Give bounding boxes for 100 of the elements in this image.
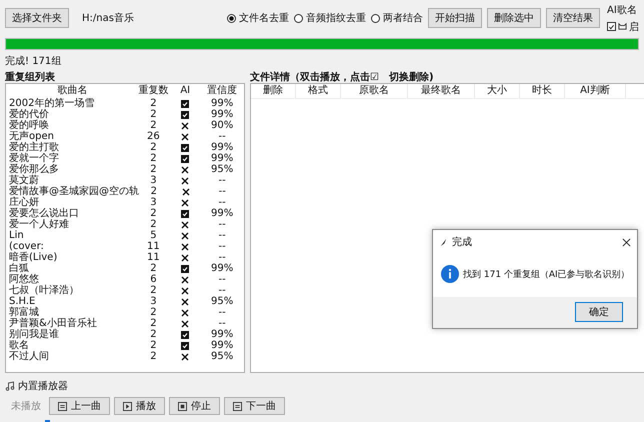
count-cell-text: 2 bbox=[149, 98, 158, 109]
confidence-cell-text: 99% bbox=[210, 263, 234, 274]
column-header[interactable]: 原歌名 bbox=[341, 84, 408, 98]
column-header[interactable]: AI bbox=[170, 84, 200, 98]
count-cell-text: 2 bbox=[149, 219, 158, 230]
column-header[interactable]: 大小 bbox=[475, 84, 520, 98]
count-cell-text: 2 bbox=[149, 208, 158, 219]
radio-label: 音频指纹去重 bbox=[306, 12, 366, 25]
song-name-cell-text: S.H.E bbox=[8, 296, 36, 307]
count-cell-text: 2 bbox=[149, 120, 158, 131]
ai-label: AI歌名 bbox=[607, 4, 638, 16]
confidence-cell-text: 95% bbox=[210, 164, 234, 175]
confidence-cell-text: -- bbox=[217, 197, 227, 208]
ok-button[interactable]: 确定 bbox=[575, 302, 623, 322]
column-header[interactable]: 时长 bbox=[520, 84, 565, 98]
count-cell-text: 3 bbox=[149, 197, 158, 208]
song-name-cell-text: 尹普颖&小田音乐社 bbox=[8, 318, 98, 329]
song-name-cell-text: 爱情故事@圣城家园@空の轨 bbox=[8, 186, 137, 197]
song-name-cell-text: 不过人间 bbox=[8, 351, 50, 362]
player-button[interactable]: 播放 bbox=[114, 397, 165, 415]
action-button[interactable]: 清空结果 bbox=[546, 8, 600, 28]
player-title: 内置播放器 bbox=[18, 380, 68, 393]
song-name-cell-text: 爱的代价 bbox=[8, 109, 50, 120]
count-cell-text: 2 bbox=[149, 340, 158, 351]
confidence-cell-text: -- bbox=[217, 241, 227, 252]
status-text: 完成! 171组 bbox=[5, 54, 62, 68]
count-cell-text: 2 bbox=[149, 285, 158, 296]
song-name-cell-text: 郭富城 bbox=[8, 307, 40, 318]
count-cell-text: 6 bbox=[149, 274, 158, 285]
player-button[interactable]: 停止 bbox=[169, 397, 220, 415]
song-name-cell-text: 爱的主打歌 bbox=[8, 142, 60, 153]
confidence-cell-text: -- bbox=[217, 230, 227, 241]
confidence-cell-text: -- bbox=[217, 219, 227, 230]
count-cell-text: 11 bbox=[146, 252, 161, 263]
count-cell-text: 5 bbox=[149, 230, 158, 241]
column-header[interactable]: 最终歌名 bbox=[408, 84, 475, 98]
count-cell-text: 2 bbox=[149, 351, 158, 362]
song-name-cell-text: 爱一个人好难 bbox=[8, 219, 70, 230]
confidence-cell-text: 99% bbox=[210, 208, 234, 219]
section-title: 重复组列表 bbox=[5, 70, 56, 83]
song-name-cell-text: 2002年的第一场雪 bbox=[8, 98, 96, 109]
song-name-cell-text: 庄心妍 bbox=[8, 197, 40, 208]
song-name-cell-text: Lin bbox=[8, 230, 25, 241]
count-cell-text: 2 bbox=[149, 263, 158, 274]
confidence-cell-text: -- bbox=[218, 186, 227, 197]
song-name-cell-text: 歌名 bbox=[8, 340, 29, 351]
column-header[interactable]: 删除 bbox=[251, 84, 296, 98]
select-folder-button[interactable]: 选择文件夹 bbox=[5, 8, 69, 28]
count-cell-text: 2 bbox=[149, 164, 158, 175]
count-cell-text: 2 bbox=[149, 109, 158, 120]
column-header[interactable]: 歌曲名 bbox=[6, 84, 136, 98]
count-cell-text: 3 bbox=[149, 175, 158, 186]
confidence-cell-text: -- bbox=[217, 131, 227, 142]
column-header[interactable]: 置信度 bbox=[200, 84, 244, 98]
ai-enable-label: 启 bbox=[629, 20, 639, 34]
song-name-cell-text: 无声open bbox=[8, 131, 55, 142]
confidence-cell-text: 99% bbox=[210, 142, 234, 153]
count-cell-text: 3 bbox=[149, 296, 158, 307]
action-button[interactable]: 删除选中 bbox=[487, 8, 541, 28]
song-name-cell-text: 白狐 bbox=[8, 263, 30, 274]
song-name-cell-text: 阿悠悠 bbox=[8, 274, 40, 285]
song-name-cell-text: (cover: bbox=[8, 241, 45, 252]
song-name-cell-text: 莫文蔚 bbox=[8, 175, 39, 186]
column-header[interactable]: 格式 bbox=[296, 84, 341, 98]
confidence-cell-text: -- bbox=[217, 274, 227, 285]
radio-label: 文件名去重 bbox=[239, 12, 289, 25]
count-cell-text: 2 bbox=[149, 307, 158, 318]
section-title: 文件详情（双击播放，点击☑ 切换删除) bbox=[250, 70, 435, 83]
count-cell-text: 2 bbox=[149, 142, 158, 153]
count-cell-text: 11 bbox=[146, 241, 161, 252]
player-button[interactable]: 上一曲 bbox=[49, 397, 110, 415]
confidence-cell-text: -- bbox=[217, 307, 227, 318]
count-cell-text: 2 bbox=[150, 186, 158, 197]
column-header[interactable]: AI判断 bbox=[565, 84, 626, 98]
confidence-cell-text: 99% bbox=[210, 153, 234, 164]
count-cell-text: 2 bbox=[149, 153, 158, 164]
confidence-cell-text: 99% bbox=[210, 109, 234, 120]
confidence-cell-text: 95% bbox=[210, 296, 234, 307]
song-name-cell-text: 爱你那么多 bbox=[8, 164, 60, 175]
confidence-cell-text: -- bbox=[217, 285, 227, 296]
confidence-cell-text: -- bbox=[217, 252, 227, 263]
dialog-title: 完成 bbox=[452, 236, 472, 249]
dialog-message: 找到 171 个重复组（AI已参与歌名识别） bbox=[463, 268, 630, 280]
confidence-cell-text: 90% bbox=[210, 120, 234, 131]
song-name-cell-text: 别问我是谁 bbox=[8, 329, 60, 340]
column-header[interactable]: 重复数 bbox=[136, 84, 170, 98]
playback-status: 未播放 bbox=[11, 400, 41, 413]
folder-path: H:/nas音乐 bbox=[82, 12, 134, 25]
confidence-cell-text: 99% bbox=[210, 329, 234, 340]
player-button[interactable]: 下一曲 bbox=[224, 397, 285, 415]
count-cell-text: 2 bbox=[149, 329, 158, 340]
song-name-cell-text: 爱的呼唤 bbox=[8, 120, 50, 131]
radio-label: 两者结合 bbox=[383, 12, 423, 25]
confidence-cell-text: -- bbox=[217, 175, 227, 186]
song-name-cell-text: 爱就一个字 bbox=[8, 153, 60, 164]
song-name-cell-text: 暗香(Live) bbox=[8, 252, 58, 263]
count-cell-text: 26 bbox=[146, 131, 161, 142]
action-button[interactable]: 开始扫描 bbox=[428, 8, 482, 28]
song-name-cell-text: 爱要怎么说出口 bbox=[8, 208, 80, 219]
count-cell-text: 2 bbox=[149, 318, 158, 329]
